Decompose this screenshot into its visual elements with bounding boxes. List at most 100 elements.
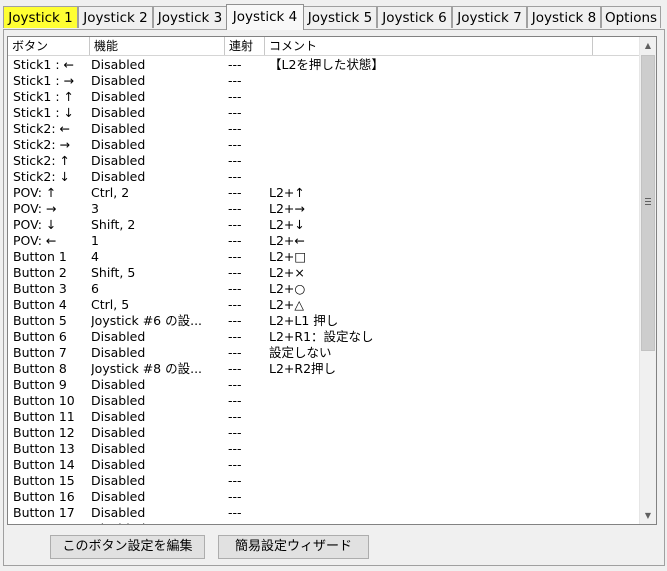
row-rapid-fire-cell: --- [228, 201, 242, 216]
row-button-cell: Stick1 : ↓ [13, 105, 75, 120]
row-function-cell: Disabled [91, 457, 146, 472]
tab-joystick-1[interactable]: Joystick 1 [3, 6, 78, 28]
table-row[interactable]: Button 13 Disabled --- [8, 441, 639, 457]
row-rapid-fire-cell: --- [228, 233, 242, 248]
table-row[interactable]: Button 14 Disabled --- [8, 457, 639, 473]
column-header-rapid-fire[interactable]: 連射 [225, 37, 265, 55]
row-rapid-fire-cell: --- [228, 297, 242, 312]
table-row[interactable]: Button 11 Disabled --- [8, 409, 639, 425]
table-row[interactable]: Button 4 Ctrl, 5 --- L2+△ [8, 297, 639, 313]
row-rapid-fire-cell: --- [228, 57, 242, 72]
row-rapid-fire-cell: --- [228, 345, 242, 360]
row-function-cell: Disabled [91, 441, 146, 456]
table-row[interactable]: Stick2: ↓ Disabled --- [8, 169, 639, 185]
table-row[interactable]: Button 18Disabled --- [8, 521, 639, 524]
row-rapid-fire-cell: --- [228, 169, 242, 184]
scroll-down-arrow-icon[interactable]: ▼ [640, 507, 656, 524]
table-row[interactable]: Button 5 Joystick #6 の設... --- L2+L1 押し [8, 313, 639, 329]
scroll-up-arrow-icon[interactable]: ▲ [640, 37, 656, 54]
list-header: ボタン 機能 連射 コメント [8, 37, 639, 56]
row-function-cell: Disabled [91, 393, 146, 408]
table-row[interactable]: Button 16 Disabled --- [8, 489, 639, 505]
grip-icon [645, 198, 651, 205]
row-comment-cell: L2+L1 押し [269, 313, 339, 328]
row-function-cell: Joystick #8 の設... [91, 361, 203, 376]
row-rapid-fire-cell: --- [228, 185, 242, 200]
table-row[interactable]: Stick2: ↑ Disabled --- [8, 153, 639, 169]
table-row[interactable]: Button 15 Disabled --- [8, 473, 639, 489]
row-button-cell: Stick2: → [13, 137, 71, 152]
table-row[interactable]: Button 1 4 --- L2+□ [8, 249, 639, 265]
table-row[interactable]: Stick1 : → Disabled --- [8, 73, 639, 89]
row-button-cell: Button 14 [13, 457, 75, 472]
row-comment-cell: L2+R2押し [269, 361, 337, 376]
table-row[interactable]: POV: ↑ Ctrl, 2 --- L2+↑ [8, 185, 639, 201]
row-button-cell: Button 9 [13, 377, 67, 392]
row-button-cell: Stick1 : ← [13, 57, 75, 72]
vertical-scrollbar[interactable]: ▲ ▼ [639, 37, 656, 524]
tab-joystick-6[interactable]: Joystick 6 [377, 6, 452, 28]
edit-button-settings-button[interactable]: このボタン設定を編集 [50, 535, 205, 559]
row-button-cell: Button 2 [13, 265, 67, 280]
row-function-cell: Disabled [91, 57, 146, 72]
table-row[interactable]: Stick1 : ↓ Disabled --- [8, 105, 639, 121]
row-comment-cell: L2+→ [269, 201, 305, 216]
row-function-cell: Disabled [91, 521, 221, 524]
table-row[interactable]: Button 3 6 --- L2+○ [8, 281, 639, 297]
table-row[interactable]: Stick1 : ↑ Disabled --- [8, 89, 639, 105]
row-function-cell: Disabled [91, 329, 146, 344]
table-row[interactable]: Button 7 Disabled --- 設定しない [8, 345, 639, 361]
table-row[interactable]: Button 9 Disabled --- [8, 377, 639, 393]
row-button-cell: Stick2: ↑ [13, 153, 71, 168]
row-rapid-fire-cell: --- [228, 121, 242, 136]
column-header-button[interactable]: ボタン [8, 37, 90, 55]
row-rapid-fire-cell: --- [228, 393, 242, 408]
table-row[interactable]: POV: → 3 --- L2+→ [8, 201, 639, 217]
row-rapid-fire-cell: --- [228, 153, 242, 168]
table-row[interactable]: Stick1 : ← Disabled --- 【L2を押した状態】 [8, 57, 639, 73]
row-function-cell: Disabled [91, 473, 146, 488]
row-button-cell: Button 12 [13, 425, 75, 440]
tab-joystick-4[interactable]: Joystick 4 [226, 4, 304, 30]
row-function-cell: Disabled [91, 489, 146, 504]
column-header-comment[interactable]: コメント [265, 37, 593, 55]
table-row[interactable]: Button 6 Disabled --- L2+R1：設定なし [8, 329, 639, 345]
table-row[interactable]: POV: ↓ Shift, 2 --- L2+↓ [8, 217, 639, 233]
tab-joystick-2[interactable]: Joystick 2 [78, 6, 153, 28]
row-button-cell: Button 11 [13, 409, 75, 424]
row-rapid-fire-cell: --- [228, 441, 242, 456]
row-function-cell: Disabled [91, 137, 146, 152]
row-rapid-fire-cell: --- [228, 281, 242, 296]
table-row[interactable]: Button 10 Disabled --- [8, 393, 639, 409]
row-button-cell: Button 13 [13, 441, 75, 456]
row-function-cell: Ctrl, 5 [91, 297, 130, 312]
row-function-cell: Disabled [91, 121, 146, 136]
row-rapid-fire-cell: --- [228, 521, 264, 524]
row-rapid-fire-cell: --- [228, 425, 242, 440]
button-assignment-list[interactable]: ボタン 機能 連射 コメント Stick1 : ← Disabled --- 【L2を… [7, 36, 657, 525]
row-comment-cell: L2+↓ [269, 217, 305, 232]
row-comment-cell: L2+□ [269, 249, 307, 264]
table-row[interactable]: Button 8 Joystick #8 の設... --- L2+R2押し [8, 361, 639, 377]
table-row[interactable]: Stick2: ← Disabled --- [8, 121, 639, 137]
column-header-function[interactable]: 機能 [90, 37, 225, 55]
row-rapid-fire-cell: --- [228, 505, 242, 520]
tab-joystick-8[interactable]: Joystick 8 [527, 6, 601, 28]
tab-joystick-5[interactable]: Joystick 5 [303, 6, 377, 28]
row-rapid-fire-cell: --- [228, 89, 242, 104]
tab-joystick-7[interactable]: Joystick 7 [452, 6, 527, 28]
table-row[interactable]: Stick2: → Disabled --- [8, 137, 639, 153]
easy-setup-wizard-button[interactable]: 簡易設定ウィザード [218, 535, 369, 559]
tab-joystick-3[interactable]: Joystick 3 [153, 6, 227, 28]
table-row[interactable]: Button 17 Disabled --- [8, 505, 639, 521]
row-rapid-fire-cell: --- [228, 217, 242, 232]
row-rapid-fire-cell: --- [228, 457, 242, 472]
table-row[interactable]: Button 12 Disabled --- [8, 425, 639, 441]
row-rapid-fire-cell: --- [228, 473, 242, 488]
table-row[interactable]: POV: ← 1 --- L2+← [8, 233, 639, 249]
table-row[interactable]: Button 2 Shift, 5 --- L2+× [8, 265, 639, 281]
row-comment-cell: 設定しない [269, 345, 332, 360]
tab-options[interactable]: Options [601, 6, 661, 28]
row-button-cell: Button 7 [13, 345, 67, 360]
scrollbar-thumb[interactable] [641, 55, 655, 351]
